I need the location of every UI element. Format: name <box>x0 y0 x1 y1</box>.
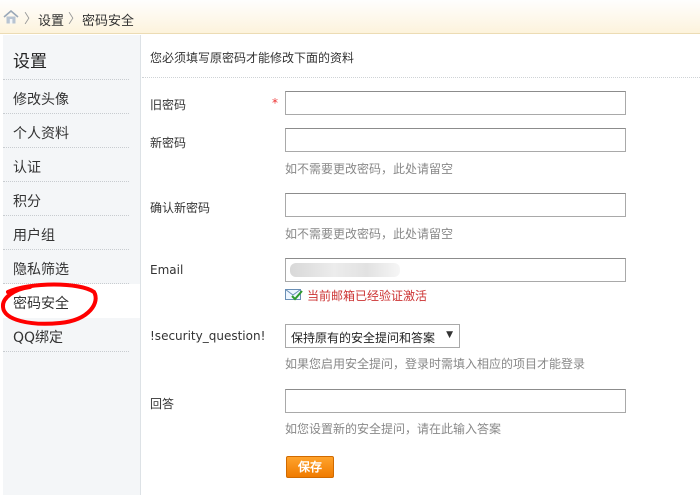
old-password-field[interactable] <box>285 91 626 115</box>
dropdown-arrow-icon: ▼ <box>446 330 453 340</box>
email-verified-text: 当前邮箱已经验证激活 <box>307 289 428 303</box>
password-form: 您必须填写原密码才能修改下面的资料 旧密码 * 新密码 如不需要更改密码，此处请… <box>142 35 700 495</box>
security-question-selected: 保持原有的安全提问和答案 <box>291 331 436 345</box>
home-icon[interactable] <box>3 9 19 24</box>
new-password-field[interactable] <box>285 128 626 152</box>
divider <box>142 77 700 78</box>
breadcrumb-item-password-security: 密码安全 <box>82 14 135 29</box>
answer-field[interactable] <box>285 389 626 413</box>
confirm-password-hint: 如不需要更改密码，此处请留空 <box>285 227 454 241</box>
answer-label: 回答 <box>150 397 175 411</box>
new-password-hint: 如不需要更改密码，此处请留空 <box>285 162 454 176</box>
new-password-label: 新密码 <box>150 136 187 150</box>
security-question-hint: 如果您启用安全提问，登录时需填入相应的项目才能登录 <box>285 357 586 371</box>
sidebar-item-privacy[interactable]: 隐私筛选 <box>3 250 129 284</box>
email-label: Email <box>150 263 184 277</box>
mail-check-icon <box>285 288 303 304</box>
answer-hint: 如您设置新的安全提问，请在此输入答案 <box>285 422 502 436</box>
required-mark: * <box>272 96 278 110</box>
sidebar-item-verify[interactable]: 认证 <box>3 148 129 182</box>
sidebar-item-qq-bind[interactable]: QQ绑定 <box>3 318 129 352</box>
save-button[interactable]: 保存 <box>286 456 334 478</box>
email-verified-status: 当前邮箱已经验证激活 <box>285 287 427 304</box>
breadcrumb-item-settings[interactable]: 设置 <box>38 10 64 29</box>
email-field[interactable] <box>285 258 626 282</box>
confirm-password-label: 确认新密码 <box>150 201 211 215</box>
sidebar-item-password-security[interactable]: 密码安全 <box>3 284 140 318</box>
sidebar-item-avatar[interactable]: 修改头像 <box>3 80 129 114</box>
breadcrumb: 〉 设置 〉 密码安全 <box>0 0 700 34</box>
old-password-label: 旧密码 <box>150 98 187 112</box>
sidebar-title: 设置 <box>13 52 47 72</box>
breadcrumb-separator: 〉 <box>68 12 82 27</box>
sidebar-item-profile[interactable]: 个人资料 <box>3 114 129 148</box>
confirm-password-field[interactable] <box>285 193 626 217</box>
security-question-select[interactable]: 保持原有的安全提问和答案 ▼ <box>285 324 460 348</box>
sidebar-item-usergroup[interactable]: 用户组 <box>3 216 129 250</box>
redacted-email <box>290 263 400 277</box>
sidebar: 设置 修改头像 个人资料 认证 积分 用户组 隐私筛选 密码安全 QQ绑定 <box>3 35 141 495</box>
sidebar-item-credits[interactable]: 积分 <box>3 182 129 216</box>
form-notice: 您必须填写原密码才能修改下面的资料 <box>150 51 355 65</box>
security-question-label: !security_question! <box>150 329 266 343</box>
breadcrumb-separator: 〉 <box>24 12 38 27</box>
